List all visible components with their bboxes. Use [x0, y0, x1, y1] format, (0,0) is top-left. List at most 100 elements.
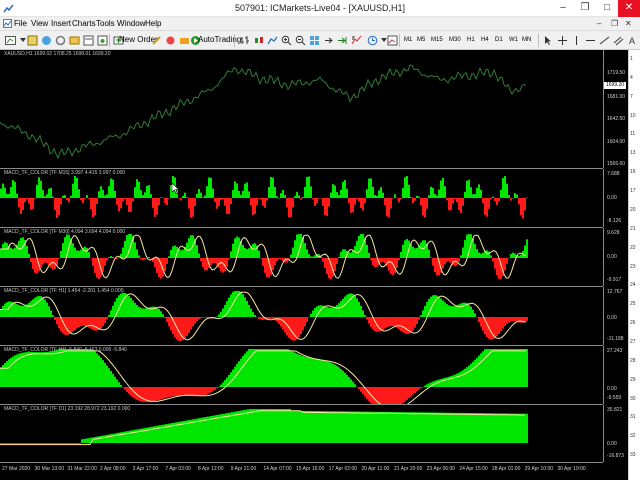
- metaeditor-icon[interactable]: [150, 34, 162, 46]
- histogram-bar: [480, 413, 483, 443]
- auto-scroll-icon[interactable]: [336, 34, 348, 46]
- market-watch-icon[interactable]: [40, 34, 52, 46]
- histogram-bar: [362, 198, 364, 211]
- timeframe-h1-button[interactable]: H1: [467, 37, 475, 43]
- timeframe-m5-button[interactable]: M5: [417, 37, 425, 43]
- indicator-pane-h1[interactable]: MACD_TF_COLOR [TF H1] 1.454 -2.201 1.454…: [0, 287, 603, 345]
- time-label: 8 Apr 12:00: [198, 466, 224, 472]
- indicator-pane-m15[interactable]: MACD_TF_COLOR [TF M15] 3.997 4.415 3.997…: [0, 169, 603, 227]
- histogram-bar: [338, 194, 340, 198]
- histogram-bar: [436, 258, 438, 276]
- timeframe-h4-button[interactable]: H4: [481, 37, 489, 43]
- price-pane[interactable]: XAUUSD,H1 1699.02 1708.25 1698.01 1699.2…: [0, 50, 603, 168]
- menu-charts[interactable]: Charts: [72, 19, 96, 28]
- time-label: 29 Apr 10:00: [524, 466, 554, 472]
- histogram-bar: [332, 307, 334, 317]
- restore-button[interactable]: ❐: [574, 0, 596, 17]
- data-window-icon[interactable]: [54, 34, 66, 46]
- period-icon[interactable]: [366, 34, 378, 46]
- time-axis[interactable]: 27 Mar 2020 30 Mar 13:00 31 Mar 22:00 2 Apr…: [0, 462, 603, 480]
- histogram-bar: [198, 317, 200, 320]
- timeframe-m30-button[interactable]: M30: [449, 37, 461, 43]
- channel-icon[interactable]: [612, 34, 624, 46]
- histogram-bar: [422, 198, 424, 216]
- new-chart-icon[interactable]: [4, 34, 16, 46]
- templates-icon[interactable]: [386, 34, 398, 46]
- histogram-bar: [364, 315, 366, 317]
- histogram-bar: [104, 317, 106, 324]
- histogram-bar: [196, 387, 198, 397]
- histogram-bar: [52, 196, 54, 198]
- timeframe-m1-button[interactable]: M1: [404, 37, 412, 43]
- histogram-bar: [526, 197, 528, 199]
- mdi-close-button[interactable]: ✕: [625, 19, 632, 28]
- histogram-bar: [0, 367, 2, 387]
- histogram-bar: [204, 195, 206, 198]
- histogram-bar: [290, 350, 292, 387]
- histogram-bar: [340, 368, 342, 387]
- cursor-tool-icon[interactable]: [542, 34, 554, 46]
- zoom-out-icon[interactable]: [294, 34, 306, 46]
- tile-windows-icon[interactable]: [308, 34, 320, 46]
- histogram-bar: [216, 198, 218, 209]
- histogram-bar: [164, 387, 166, 399]
- histogram-bar: [506, 349, 508, 387]
- histogram-bar: [410, 197, 412, 198]
- histogram-bar: [424, 198, 426, 218]
- histogram-bar: [336, 365, 338, 387]
- signals-icon[interactable]: [164, 34, 176, 46]
- histogram-bar: [406, 317, 408, 334]
- menu-help[interactable]: Help: [145, 19, 161, 28]
- indicators-list-icon[interactable]: [350, 34, 362, 46]
- menu-tools[interactable]: Tools: [96, 19, 115, 28]
- timeframe-m15-button[interactable]: M15: [431, 37, 443, 43]
- indicator-pane-m30[interactable]: MACD_TF_COLOR [TF M30] 4.094 3.694 4.094…: [0, 228, 603, 286]
- histogram-bar: [452, 375, 454, 387]
- horizontal-line-icon[interactable]: [584, 34, 596, 46]
- line-chart-icon[interactable]: [266, 34, 278, 46]
- minimize-button[interactable]: –: [552, 0, 574, 17]
- histogram-bar: [312, 256, 314, 258]
- close-button[interactable]: ✕: [618, 0, 640, 17]
- histogram-bar: [242, 356, 244, 387]
- histogram-bar: [82, 198, 84, 204]
- bar-chart-icon[interactable]: [238, 34, 250, 46]
- navigator-icon[interactable]: [68, 34, 80, 46]
- trendline-icon[interactable]: [598, 34, 610, 46]
- timeframe-w1-button[interactable]: W1: [509, 37, 518, 43]
- histogram-bar: [138, 255, 140, 258]
- menu-view[interactable]: View: [31, 19, 48, 28]
- profiles-icon[interactable]: [26, 34, 38, 46]
- chart-window[interactable]: XAUUSD,H1 1699.02 1708.25 1698.01 1699.2…: [0, 50, 640, 480]
- indicator-pane-d1[interactable]: MACD_TF_COLOR [TF D1] 23.192 28.972 23.1…: [0, 405, 603, 462]
- histogram-bar: [411, 412, 414, 443]
- mdi-restore-button[interactable]: ❐: [611, 19, 618, 28]
- time-label: 7 Apr 03:00: [165, 466, 191, 472]
- zoom-in-icon[interactable]: [280, 34, 292, 46]
- histogram-bar: [294, 410, 297, 443]
- histogram-bar: [172, 246, 174, 258]
- histogram-bar: [482, 198, 484, 204]
- timeframe-mn-button[interactable]: MN: [522, 37, 531, 43]
- menu-file[interactable]: File: [14, 19, 27, 28]
- histogram-bar: [404, 317, 406, 334]
- candlestick-icon[interactable]: [252, 34, 264, 46]
- vertical-line-icon[interactable]: [570, 34, 582, 46]
- chart-shift-icon[interactable]: [322, 34, 334, 46]
- tester-icon[interactable]: [96, 34, 108, 46]
- maximize-button[interactable]: □: [596, 0, 618, 17]
- histogram-bar: [208, 177, 210, 198]
- mdi-minimize-button[interactable]: –: [597, 19, 601, 28]
- indicator-pane-h4[interactable]: MACD_TF_COLOR [TF H4] -5.840 -5.163 0.00…: [0, 346, 603, 404]
- menu-window[interactable]: Window: [117, 19, 145, 28]
- crosshair-icon[interactable]: [556, 34, 568, 46]
- histogram-bar: [60, 250, 62, 258]
- histogram-bar: [138, 306, 140, 317]
- terminal-icon[interactable]: [82, 34, 94, 46]
- histogram-bar: [54, 350, 56, 387]
- text-tool-icon[interactable]: A: [626, 34, 638, 46]
- histogram-bar: [390, 258, 392, 275]
- timeframe-d1-button[interactable]: D1: [495, 37, 503, 43]
- menu-insert[interactable]: Insert: [51, 19, 71, 28]
- histogram-bar: [18, 305, 20, 317]
